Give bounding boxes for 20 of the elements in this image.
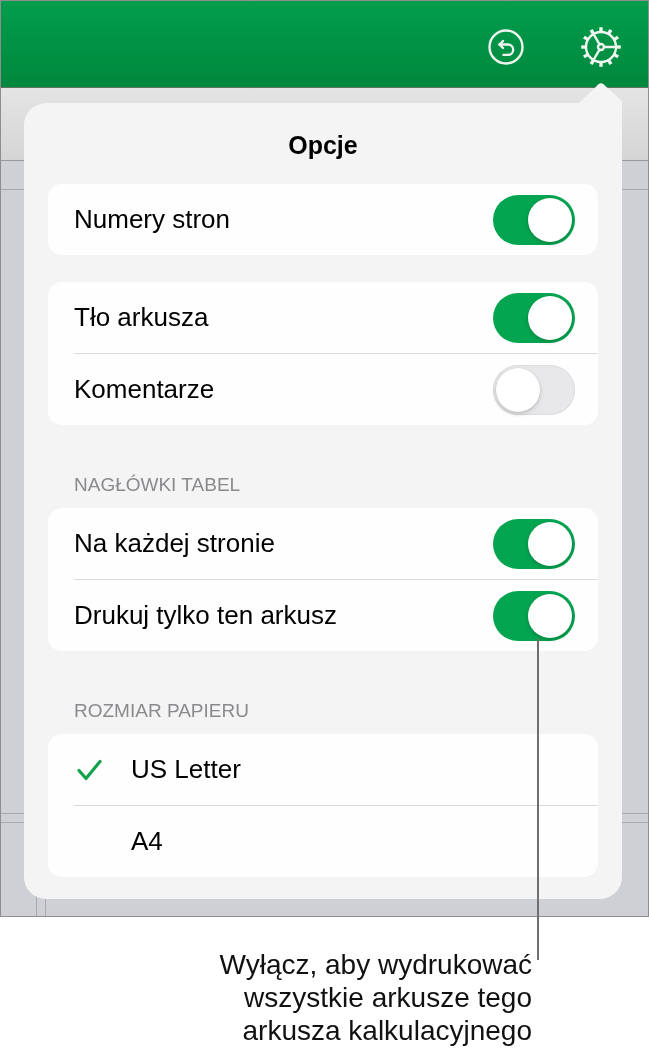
toggle-switch[interactable] (493, 364, 575, 415)
setting-label: Numery stron (74, 204, 231, 235)
setting-label: Na każdej stronie (74, 528, 275, 559)
setting-label: Komentarze (74, 374, 215, 405)
undo-icon (488, 29, 524, 65)
toggle-switch[interactable] (493, 292, 575, 343)
section-header: ROZMIAR PAPIERU (74, 701, 249, 721)
paper-size-option[interactable]: US Letter (48, 734, 598, 805)
toggle-switch[interactable] (493, 518, 575, 569)
callout-text: Wyłącz, aby wydrukować wszystkie arkusze tego arkusza kalkulacyjnego (218, 948, 532, 1047)
paper-size-option[interactable]: A4 (48, 806, 598, 877)
undo-button[interactable] (488, 29, 524, 65)
settings-button[interactable] (580, 26, 622, 68)
toggle-switch[interactable] (493, 590, 575, 641)
section-header: NAGŁÓWKI TABEL (74, 475, 241, 495)
setting-label: Tło arkusza (74, 302, 209, 333)
toggle-switch[interactable] (493, 194, 575, 245)
setting-label: Drukuj tylko ten arkusz (74, 600, 337, 631)
gear-icon (580, 26, 622, 68)
popover-title: Opcje (288, 131, 358, 159)
